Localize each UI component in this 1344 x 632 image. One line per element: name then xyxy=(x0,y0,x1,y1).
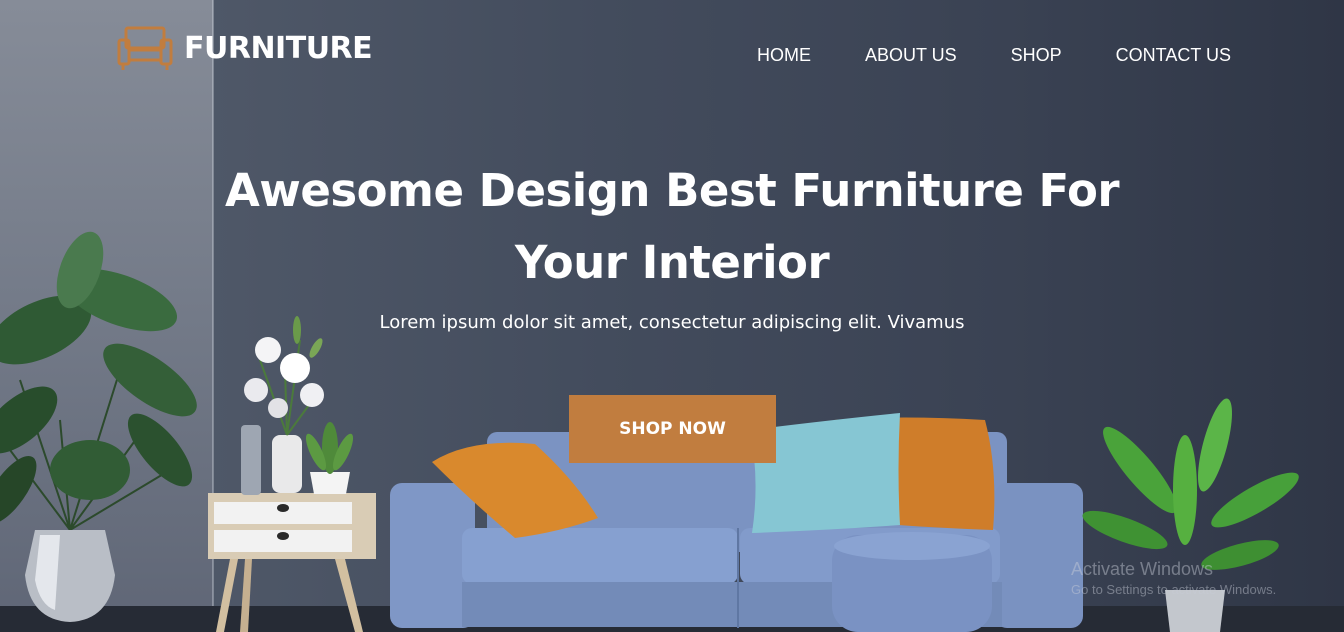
hero-title-line-2: Your Interior xyxy=(514,236,830,289)
side-table xyxy=(208,493,376,632)
sofa-icon xyxy=(117,26,173,70)
flower-vase xyxy=(241,316,324,495)
succulent-pot xyxy=(305,422,354,494)
nav-shop[interactable]: SHOP xyxy=(1011,45,1062,66)
watermark-title: Activate Windows xyxy=(1071,559,1214,579)
activate-windows-watermark: Activate Windows Go to Settings to activ… xyxy=(1071,559,1276,597)
main-navigation: HOME ABOUT US SHOP CONTACT US xyxy=(703,45,1231,66)
ottoman xyxy=(832,532,992,632)
palm-plant-left xyxy=(0,231,197,622)
brand-name: FURNITURE xyxy=(184,30,373,66)
nav-about-us[interactable]: ABOUT US xyxy=(865,45,957,66)
nav-contact-us[interactable]: CONTACT US xyxy=(1116,45,1231,66)
nav-home[interactable]: HOME xyxy=(757,45,811,66)
hero-title: Awesome Design Best Furniture For Your I… xyxy=(200,155,1144,299)
shop-now-button[interactable]: SHOP NOW xyxy=(569,395,776,463)
brand-logo[interactable]: FURNITURE xyxy=(117,24,373,72)
hero-subtitle: Lorem ipsum dolor sit amet, consectetur … xyxy=(379,312,965,333)
hero-title-line-1: Awesome Design Best Furniture For xyxy=(224,164,1120,217)
watermark-subtitle: Go to Settings to activate Windows. xyxy=(1071,582,1277,597)
